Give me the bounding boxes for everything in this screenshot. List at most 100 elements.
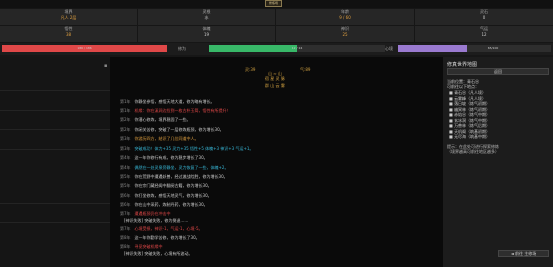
log-year: 第1年: [120, 108, 131, 113]
log-text: 偶然在一处灵泉旁静坐，灵力恢复了一些，体魄+2。: [134, 165, 229, 170]
log-line: 第3年 突破成功！体力+35 灵力+35 悟性+5 体魄+3 神识+3 气运+1。: [120, 146, 253, 151]
top-bar: 修炼场: [0, 0, 553, 8]
map-place-label: 落日坡（炼气初期）: [454, 101, 491, 106]
log-text: 你在山中采药，炼制丹药，修为增长30。: [134, 202, 208, 207]
log-year: 第3年: [120, 146, 131, 151]
status-bars: 186 / 186 修为 12 / 24 心境 65/100: [0, 43, 553, 55]
map-place-label: 赤焰谷（炼气中期）: [454, 112, 491, 117]
log-line: 第2年 你潜心修炼，境界稳固了一些。: [120, 117, 191, 122]
log-line: 第4年 偶然在一处灵泉旁静坐，灵力恢复了一些，体魄+2。: [120, 165, 228, 170]
left-panel-divider: [0, 129, 110, 130]
stat-age: 年龄 9 / 60: [276, 9, 414, 25]
log-line: 第8年 寻觅突破机缘中: [120, 244, 163, 249]
log-text: [神识失败] 突破失败，修为倒退……: [124, 218, 189, 223]
left-panel-divider: [0, 110, 110, 111]
log-line: 第5年 你在荒野中遭遇妖兽，经过激战险胜，修为增长30。: [120, 174, 228, 179]
stat-realm: 境界 凡人 2层: [0, 9, 137, 25]
log-text: 你闭关苦修，突破了一层修炼瓶颈，修为增长30。: [134, 127, 224, 132]
left-panel-divider: [0, 203, 110, 204]
stat-value: 水: [204, 15, 209, 20]
stat-value: 12: [481, 32, 487, 37]
left-panel-divider: [0, 222, 110, 223]
mood-label: 心境: [385, 46, 393, 51]
stat-root: 灵根水: [138, 9, 275, 25]
log-line: 第8年 这一年你勤学苦修，修为增长了30。: [120, 235, 200, 240]
log-year: 第6年: [120, 202, 131, 207]
hp-bar: 186 / 186: [2, 45, 167, 52]
map-place-label: 云雾峰（凡人境）: [454, 95, 487, 101]
log-line: 第7年 心境受损，神识-1，气运-1，心境-5。: [120, 226, 203, 231]
world-map-panel: 修真世界地图 返回 当前位置：青石谷 可前往以下地点： ■ 青石谷（凡人境） ■…: [443, 57, 553, 267]
log-year: 第2年: [120, 117, 131, 122]
stat-value: 0: [482, 15, 486, 20]
log-year: 第5年: [120, 174, 131, 179]
log-text: 你游历四方，结识了几位同道中人。: [134, 136, 199, 141]
log-text: 你在宗门藏经阁中翻阅古籍，修为增长30。: [134, 183, 212, 188]
map-title: 修真世界地图: [447, 62, 478, 68]
map-place[interactable]: ■ 无尽海（筑基中期）: [449, 134, 490, 140]
log-line: 第4年 这一年你修行有成，修为稳步增长了30。: [120, 155, 208, 160]
log-line: 第6年 你在山中采药，炼制丹药，修为增长30。: [120, 202, 208, 207]
map-note: （境界越高可前往地区越多）: [447, 149, 499, 154]
log-year: 第5年: [120, 183, 131, 188]
map-place-label: 青石谷（凡人境）: [454, 90, 487, 95]
progress-label: 修为: [178, 46, 186, 51]
mood-bar: 65/100: [398, 45, 551, 52]
progress-bar: 12 / 24: [209, 45, 385, 52]
left-panel-icon: ▪: [104, 63, 108, 69]
log-line: [神识失败] 突破失败，修为倒退……: [120, 218, 188, 223]
stat-comprehension: 悟性 38: [0, 26, 137, 42]
log-text: 心境受损，神识-1，气运-1，心境-5。: [134, 226, 203, 231]
log-text: 这一年你修行有成，修为稳步增长了30。: [134, 155, 208, 160]
terrain-sub: 宿 星 灵 脉: [265, 76, 285, 81]
log-year: 第6年: [120, 193, 131, 198]
map-place-label: 万兽林（炼气后期）: [454, 123, 491, 128]
stat-spirit: 神识 25: [276, 26, 414, 42]
stat-value: 19: [203, 32, 210, 37]
terrain-right: 气:89: [300, 67, 311, 72]
stat-value: 凡人 2层: [60, 15, 77, 20]
log-year: 第1年: [120, 99, 131, 104]
log-year: 第7年: [120, 211, 131, 216]
stat-value: 9 / 60: [339, 15, 351, 20]
map-return-button[interactable]: 返回: [447, 68, 549, 75]
log-text: 你潜心修炼，境界稳固了一些。: [134, 117, 191, 122]
mood-bar-text: 65/100: [487, 46, 499, 50]
log-line: 第1年 机缘：你在溪涧边捡到一枚古朴玉简，悟性有所提升！: [120, 108, 231, 113]
progress-bar-text: 12 / 24: [291, 46, 303, 50]
log-year: 第4年: [120, 155, 131, 160]
log-text: 遭遇瓶颈仍在冲击中: [134, 211, 171, 216]
log-text: 突破成功！体力+35 灵力+35 悟性+5 体魄+3 神识+3 气运+1。: [134, 146, 254, 151]
log-text: [神识失败] 突破失败，心境有所波动。: [124, 251, 193, 256]
left-panel-divider: [0, 90, 110, 91]
top-tab-button[interactable]: 修炼场: [265, 0, 282, 7]
log-year: 第8年: [120, 235, 131, 240]
log-text: 这一年你勤学苦修，修为增长了30。: [134, 235, 200, 240]
stat-value: 38: [65, 32, 72, 37]
log-line: 第1年 你静坐参悟，感悟天地大道，修为略有增长。: [120, 99, 215, 104]
log-line: 第7年 遭遇瓶颈仍在冲击中: [120, 211, 171, 216]
log-line: 第3年 你游历四方，结识了几位同道中人。: [120, 136, 199, 141]
log-year: 第4年: [120, 165, 131, 170]
log-text: 寻觅突破机缘中: [134, 244, 163, 249]
log-line: [神识失败] 突破失败，心境有所波动。: [120, 251, 192, 256]
stat-luck: 气运 12: [415, 26, 553, 42]
log-text: 机缘：你在溪涧边捡到一枚古朴玉简，悟性有所提升！: [134, 108, 231, 113]
log-year: 第2年: [120, 127, 131, 132]
map-place-label: 玄冰洞（炼气中期）: [454, 117, 491, 123]
stat-body: 体魄 19: [138, 26, 275, 42]
log-text: 你打坐修炼，感悟天地灵气，修为增长30。: [134, 193, 212, 198]
terrain-caption: 群 山 云 雾: [265, 83, 285, 88]
log-year: 第7年: [120, 226, 131, 231]
left-panel-divider: [0, 149, 110, 150]
log-line: 第5年 你在宗门藏经阁中翻阅古籍，修为增长30。: [120, 183, 212, 188]
stat-stones: 灵石 0: [415, 9, 553, 25]
go-main-button[interactable]: ◄ 前往 主修场: [498, 250, 549, 257]
log-year: 第8年: [120, 244, 131, 249]
hp-bar-text: 186 / 186: [77, 46, 92, 50]
log-text: 你静坐参悟，感悟天地大道，修为略有增长。: [134, 99, 215, 104]
map-place-label: 幽冥林（炼气初期）: [454, 106, 491, 112]
terrain-left: 灵:39: [245, 67, 256, 72]
map-place-label: 无尽海（筑基中期）: [454, 134, 491, 139]
log-year: 第3年: [120, 136, 131, 141]
